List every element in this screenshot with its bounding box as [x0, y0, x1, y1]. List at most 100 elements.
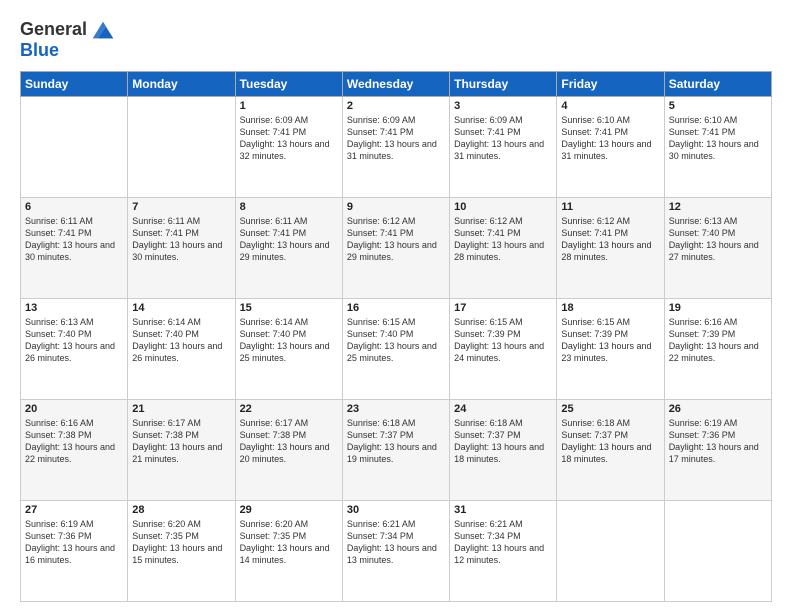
day-info: Sunrise: 6:10 AM Sunset: 7:41 PM Dayligh… [669, 114, 767, 163]
day-info: Sunrise: 6:11 AM Sunset: 7:41 PM Dayligh… [132, 215, 230, 264]
calendar-table: Sunday Monday Tuesday Wednesday Thursday… [20, 71, 772, 602]
day-info: Sunrise: 6:12 AM Sunset: 7:41 PM Dayligh… [561, 215, 659, 264]
calendar-week-row: 27Sunrise: 6:19 AM Sunset: 7:36 PM Dayli… [21, 501, 772, 602]
table-row: 13Sunrise: 6:13 AM Sunset: 7:40 PM Dayli… [21, 299, 128, 400]
day-info: Sunrise: 6:17 AM Sunset: 7:38 PM Dayligh… [240, 417, 338, 466]
day-number: 12 [669, 201, 767, 213]
col-saturday: Saturday [664, 72, 771, 97]
day-number: 15 [240, 302, 338, 314]
table-row: 18 Sunrise: 6:15 AM Sunset: 7:39 PM Dayli… [557, 299, 664, 400]
day-number: 19 [669, 302, 767, 314]
day-info: Sunrise: 6:09 AM Sunset: 7:41 PM Dayligh… [240, 114, 338, 163]
table-row: 28Sunrise: 6:20 AM Sunset: 7:35 PM Dayli… [128, 501, 235, 602]
col-tuesday: Tuesday [235, 72, 342, 97]
header: General Blue [20, 16, 772, 61]
day-number: 23 [347, 403, 445, 415]
table-row: 27Sunrise: 6:19 AM Sunset: 7:36 PM Dayli… [21, 501, 128, 602]
table-row: 17 Sunrise: 6:15 AM Sunset: 7:39 PM Dayli… [450, 299, 557, 400]
table-row: 22Sunrise: 6:17 AM Sunset: 7:38 PM Dayli… [235, 400, 342, 501]
day-info: Sunrise: 6:14 AM Sunset: 7:40 PM Dayligh… [132, 316, 230, 365]
table-row: 16 Sunrise: 6:15 AM Sunset: 7:40 PM Dayli… [342, 299, 449, 400]
day-info: Sunrise: 6:10 AM Sunset: 7:41 PM Dayligh… [561, 114, 659, 163]
day-number: 20 [25, 403, 123, 415]
day-number: 31 [454, 504, 552, 516]
table-row: 23 Sunrise: 6:18 AM Sunset: 7:37 PM Dayli… [342, 400, 449, 501]
day-info: Sunrise: 6:09 AM Sunset: 7:41 PM Dayligh… [454, 114, 552, 163]
table-row [664, 501, 771, 602]
day-number: 6 [25, 201, 123, 213]
day-number: 25 [561, 403, 659, 415]
table-row: 21 Sunrise: 6:17 AM Sunset: 7:38 PM Dayli… [128, 400, 235, 501]
day-info: Sunrise: 6:13 AM Sunset: 7:40 PM Dayligh… [669, 215, 767, 264]
day-number: 4 [561, 100, 659, 112]
day-info: Sunrise: 6:11 AM Sunset: 7:41 PM Dayligh… [240, 215, 338, 264]
day-info: Sunrise: 6:19 AM Sunset: 7:36 PM Dayligh… [669, 417, 767, 466]
calendar-week-row: 1Sunrise: 6:09 AM Sunset: 7:41 PM Daylig… [21, 97, 772, 198]
calendar-header-row: Sunday Monday Tuesday Wednesday Thursday… [21, 72, 772, 97]
day-info: Sunrise: 6:21 AM Sunset: 7:34 PM Dayligh… [347, 518, 445, 567]
col-thursday: Thursday [450, 72, 557, 97]
logo: General Blue [20, 16, 117, 61]
day-number: 18 [561, 302, 659, 314]
day-number: 29 [240, 504, 338, 516]
day-info: Sunrise: 6:16 AM Sunset: 7:38 PM Dayligh… [25, 417, 123, 466]
day-number: 30 [347, 504, 445, 516]
day-number: 17 [454, 302, 552, 314]
day-number: 14 [132, 302, 230, 314]
page: General Blue Sunday Monday Tuesday Wedne… [0, 0, 792, 612]
col-monday: Monday [128, 72, 235, 97]
day-info: Sunrise: 6:21 AM Sunset: 7:34 PM Dayligh… [454, 518, 552, 567]
day-number: 7 [132, 201, 230, 213]
day-number: 28 [132, 504, 230, 516]
day-info: Sunrise: 6:15 AM Sunset: 7:40 PM Dayligh… [347, 316, 445, 365]
table-row: 8 Sunrise: 6:11 AM Sunset: 7:41 PM Daylig… [235, 198, 342, 299]
day-number: 8 [240, 201, 338, 213]
day-info: Sunrise: 6:20 AM Sunset: 7:35 PM Dayligh… [240, 518, 338, 567]
calendar-week-row: 6 Sunrise: 6:11 AM Sunset: 7:41 PM Daylig… [21, 198, 772, 299]
table-row: 12 Sunrise: 6:13 AM Sunset: 7:40 PM Dayli… [664, 198, 771, 299]
col-sunday: Sunday [21, 72, 128, 97]
day-info: Sunrise: 6:17 AM Sunset: 7:38 PM Dayligh… [132, 417, 230, 466]
table-row: 14 Sunrise: 6:14 AM Sunset: 7:40 PM Dayli… [128, 299, 235, 400]
day-info: Sunrise: 6:09 AM Sunset: 7:41 PM Dayligh… [347, 114, 445, 163]
table-row: 26 Sunrise: 6:19 AM Sunset: 7:36 PM Dayli… [664, 400, 771, 501]
day-number: 9 [347, 201, 445, 213]
day-number: 26 [669, 403, 767, 415]
day-info: Sunrise: 6:12 AM Sunset: 7:41 PM Dayligh… [454, 215, 552, 264]
day-number: 10 [454, 201, 552, 213]
col-wednesday: Wednesday [342, 72, 449, 97]
table-row: 24 Sunrise: 6:18 AM Sunset: 7:37 PM Dayli… [450, 400, 557, 501]
table-row: 7 Sunrise: 6:11 AM Sunset: 7:41 PM Daylig… [128, 198, 235, 299]
day-info: Sunrise: 6:13 AM Sunset: 7:40 PM Dayligh… [25, 316, 123, 365]
table-row: 31 Sunrise: 6:21 AM Sunset: 7:34 PM Dayli… [450, 501, 557, 602]
table-row [21, 97, 128, 198]
table-row [557, 501, 664, 602]
table-row: 4 Sunrise: 6:10 AM Sunset: 7:41 PM Daylig… [557, 97, 664, 198]
table-row: 30 Sunrise: 6:21 AM Sunset: 7:34 PM Dayli… [342, 501, 449, 602]
table-row: 25Sunrise: 6:18 AM Sunset: 7:37 PM Dayli… [557, 400, 664, 501]
day-info: Sunrise: 6:15 AM Sunset: 7:39 PM Dayligh… [561, 316, 659, 365]
calendar-week-row: 13Sunrise: 6:13 AM Sunset: 7:40 PM Dayli… [21, 299, 772, 400]
day-number: 24 [454, 403, 552, 415]
day-info: Sunrise: 6:14 AM Sunset: 7:40 PM Dayligh… [240, 316, 338, 365]
day-info: Sunrise: 6:15 AM Sunset: 7:39 PM Dayligh… [454, 316, 552, 365]
table-row: 3 Sunrise: 6:09 AM Sunset: 7:41 PM Daylig… [450, 97, 557, 198]
day-number: 21 [132, 403, 230, 415]
table-row: 19Sunrise: 6:16 AM Sunset: 7:39 PM Dayli… [664, 299, 771, 400]
col-friday: Friday [557, 72, 664, 97]
day-number: 27 [25, 504, 123, 516]
calendar-week-row: 20 Sunrise: 6:16 AM Sunset: 7:38 PM Dayli… [21, 400, 772, 501]
day-info: Sunrise: 6:18 AM Sunset: 7:37 PM Dayligh… [454, 417, 552, 466]
logo-icon [89, 16, 117, 44]
day-info: Sunrise: 6:11 AM Sunset: 7:41 PM Dayligh… [25, 215, 123, 264]
day-info: Sunrise: 6:18 AM Sunset: 7:37 PM Dayligh… [347, 417, 445, 466]
day-number: 5 [669, 100, 767, 112]
table-row: 6 Sunrise: 6:11 AM Sunset: 7:41 PM Daylig… [21, 198, 128, 299]
day-info: Sunrise: 6:12 AM Sunset: 7:41 PM Dayligh… [347, 215, 445, 264]
day-number: 3 [454, 100, 552, 112]
table-row: 5 Sunrise: 6:10 AM Sunset: 7:41 PM Daylig… [664, 97, 771, 198]
table-row: 10 Sunrise: 6:12 AM Sunset: 7:41 PM Dayli… [450, 198, 557, 299]
day-number: 11 [561, 201, 659, 213]
day-number: 16 [347, 302, 445, 314]
table-row: 15 Sunrise: 6:14 AM Sunset: 7:40 PM Dayli… [235, 299, 342, 400]
